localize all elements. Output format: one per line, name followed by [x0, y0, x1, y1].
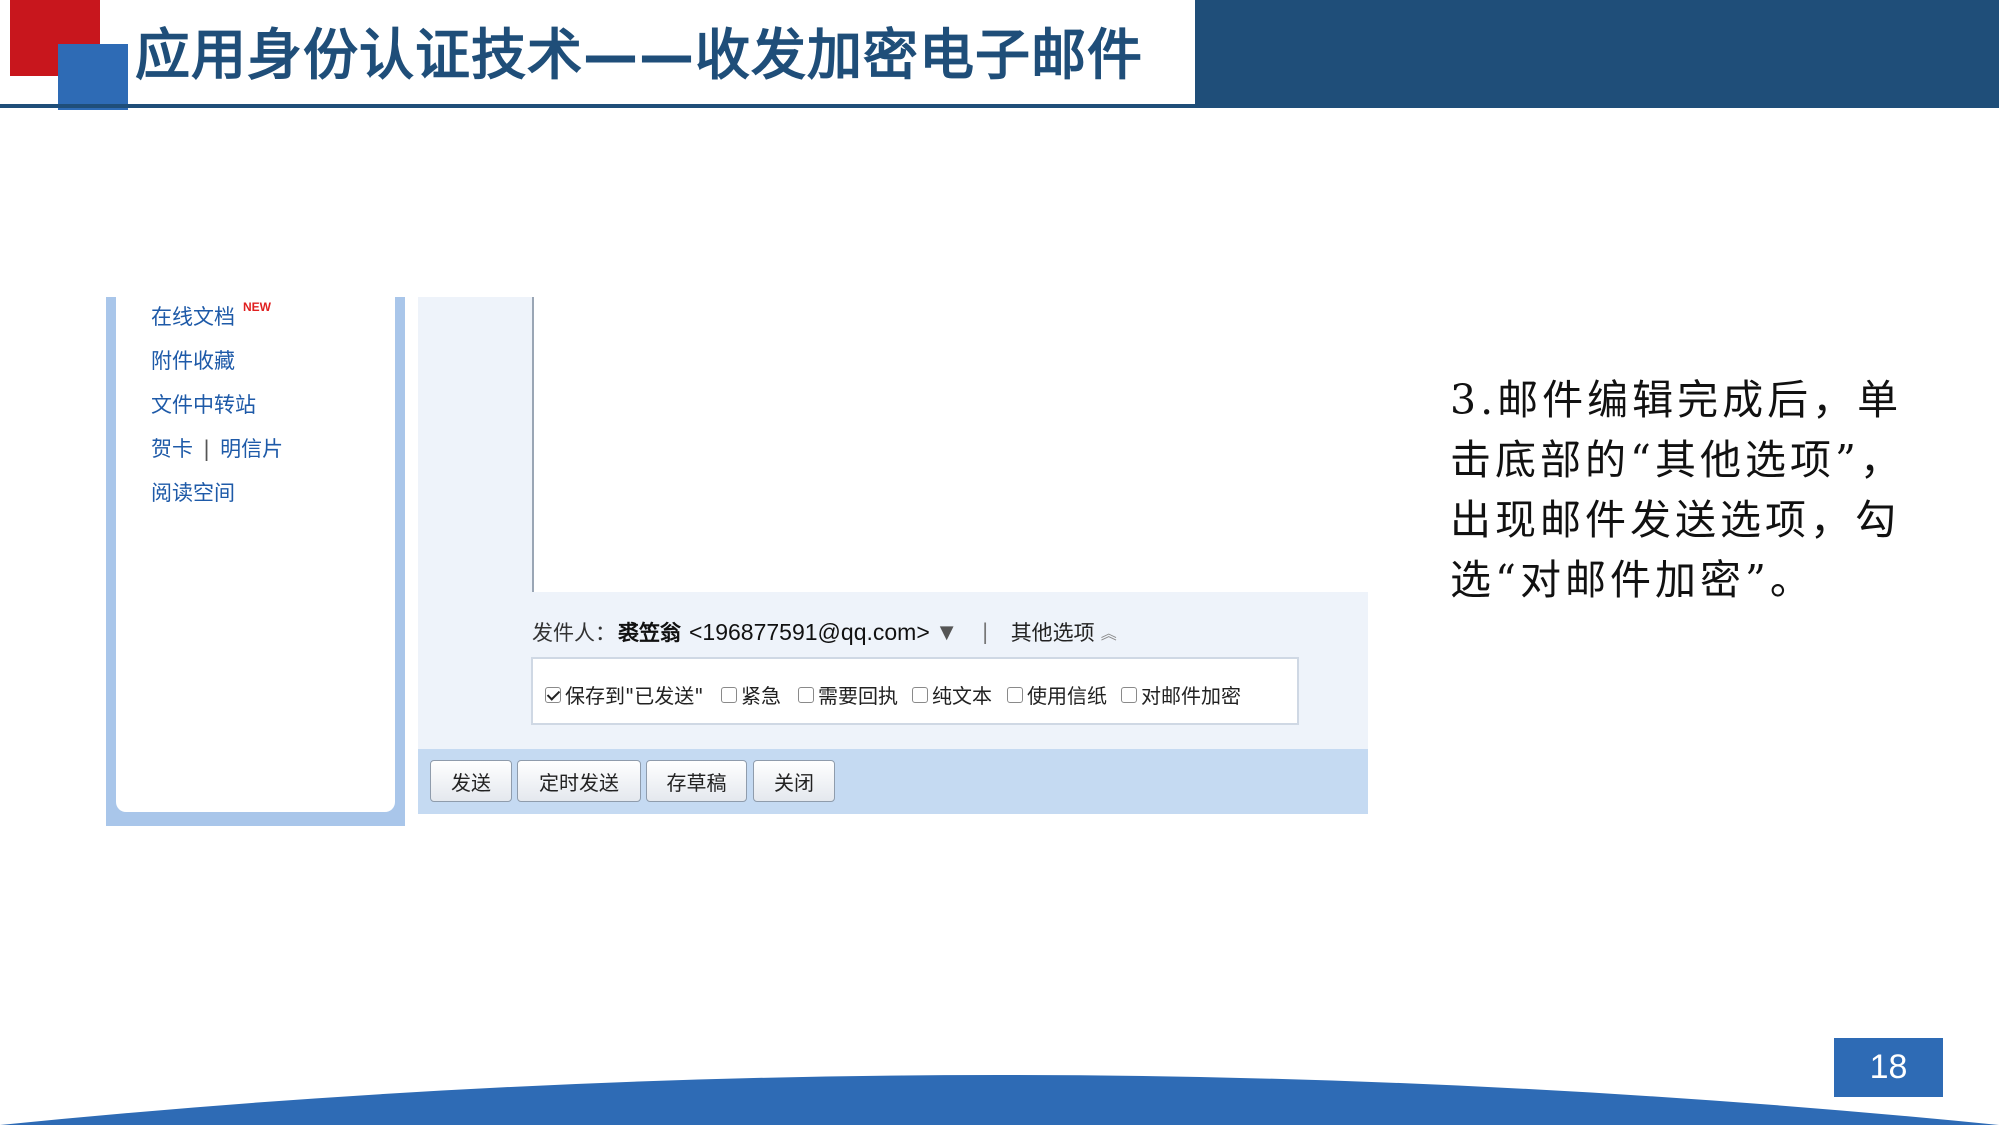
checkbox-plain-text[interactable] [912, 686, 928, 703]
checkbox-read-receipt[interactable] [798, 686, 814, 703]
scheduled-send-button[interactable]: 定时发送 [517, 760, 641, 802]
save-draft-button[interactable]: 存草稿 [646, 760, 747, 802]
mail-options-box: 保存到"已发送" 紧急 需要回执 纯文本 使用信纸 对邮件加密 [531, 657, 1299, 725]
sender-row: 发件人： 裘笠翁 <196877591@qq.com> ▼ | 其他选项 ︽ [532, 617, 1117, 647]
option-read-receipt[interactable]: 需要回执 [798, 680, 898, 709]
option-label: 纯文本 [932, 684, 992, 708]
header-blue-band [1195, 0, 1999, 107]
option-label: 需要回执 [818, 684, 898, 708]
option-label: 紧急 [741, 684, 781, 708]
option-plain-text[interactable]: 纯文本 [912, 680, 992, 709]
checkbox-urgent[interactable] [721, 686, 737, 703]
sidebar-item-attachment-favorites[interactable]: 附件收藏 [151, 345, 235, 375]
sidebar-separator: | [203, 437, 211, 461]
sidebar-item-file-transfer[interactable]: 文件中转站 [151, 389, 256, 419]
checkbox-save-to-sent[interactable] [545, 686, 561, 703]
page-number: 18 [1834, 1038, 1943, 1097]
close-button[interactable]: 关闭 [753, 760, 835, 802]
sidebar-item-reading-space[interactable]: 阅读空间 [151, 477, 235, 507]
compose-body-editor[interactable] [532, 297, 1368, 592]
option-label: 保存到"已发送" [565, 684, 704, 708]
sidebar-item-cards: 贺卡 | 明信片 [151, 433, 283, 463]
option-encrypt-mail[interactable]: 对邮件加密 [1121, 680, 1241, 709]
option-stationery[interactable]: 使用信纸 [1007, 680, 1107, 709]
sender-label: 发件人： [532, 621, 616, 645]
option-label: 使用信纸 [1027, 684, 1107, 708]
mail-sidebar-panel: 在线文档 NEW 附件收藏 文件中转站 贺卡 | 明信片 阅读空间 [116, 297, 395, 812]
new-badge: NEW [243, 300, 271, 314]
sidebar-item-label: 在线文档 [151, 305, 235, 329]
other-options-link[interactable]: 其他选项 [1011, 617, 1095, 647]
step-description: 3.邮件编辑完成后，单击底部的“其他选项”，出现邮件发送选项，勾选“对邮件加密”… [1450, 376, 1905, 604]
sidebar-item-online-docs[interactable]: 在线文档 [151, 301, 235, 331]
header-blue-square [58, 44, 128, 110]
option-save-to-sent[interactable]: 保存到"已发送" [545, 680, 703, 709]
option-urgent[interactable]: 紧急 [721, 680, 781, 709]
option-label: 对邮件加密 [1141, 684, 1241, 708]
chevron-up-icon[interactable]: ︽ [1101, 620, 1117, 644]
footer-arc [0, 1075, 1999, 1125]
mail-sidebar: 在线文档 NEW 附件收藏 文件中转站 贺卡 | 明信片 阅读空间 [106, 297, 405, 826]
triangle-down-icon[interactable]: ▼ [940, 622, 954, 643]
checkbox-encrypt-mail[interactable] [1121, 686, 1137, 703]
sidebar-item-greeting-card[interactable]: 贺卡 [151, 437, 193, 461]
sender-email: <196877591@qq.com> [689, 618, 930, 645]
sidebar-item-postcard[interactable]: 明信片 [220, 437, 283, 461]
checkbox-stationery[interactable] [1007, 686, 1023, 703]
sender-name: 裘笠翁 [618, 621, 681, 645]
send-button[interactable]: 发送 [430, 760, 512, 802]
header-underline [0, 104, 1999, 108]
sender-separator: | [981, 620, 989, 644]
slide-title: 应用身份认证技术——收发加密电子邮件 [135, 23, 1144, 87]
